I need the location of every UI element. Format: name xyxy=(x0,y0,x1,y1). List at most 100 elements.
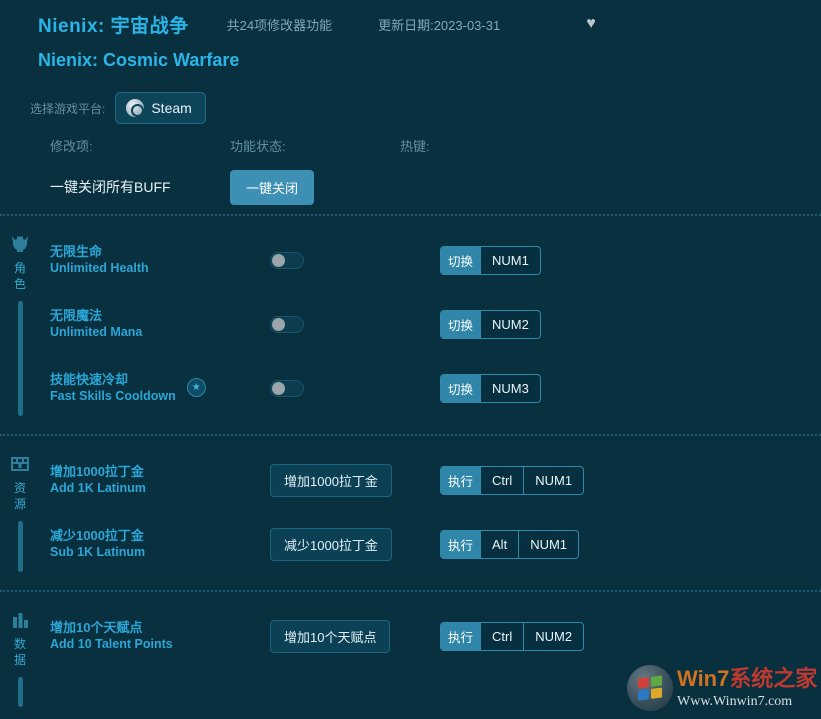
hotkey-key: NUM1 xyxy=(523,466,583,494)
cheat-name-cell: 技能快速冷却 Fast Skills Cooldown ★ xyxy=(40,371,270,405)
cheat-row: 无限魔法 Unlimited Mana 切换 NUM2 xyxy=(40,292,821,356)
cheat-name-cn: 无限魔法 xyxy=(50,307,103,323)
hotkey-combo[interactable]: 执行 Ctrl NUM1 xyxy=(440,465,585,495)
hotkey-key: NUM2 xyxy=(523,622,583,650)
cheat-name-en: Add 10 Talent Points xyxy=(50,637,173,652)
helmet-icon xyxy=(9,234,31,254)
hotkey-key: NUM2 xyxy=(480,310,540,338)
close-all-button[interactable]: 一键关闭 xyxy=(230,169,315,205)
section-accent-bar xyxy=(17,301,23,416)
section-rows: 无限生命 Unlimited Health 切换 NUM1 无限魔法 Unlimited … xyxy=(40,228,821,420)
cheat-name-en: Unlimited Health xyxy=(50,261,149,276)
toggle-switch[interactable] xyxy=(270,315,304,333)
cheat-name-cn: 减少1000拉丁金 xyxy=(50,527,144,543)
hotkey-combo[interactable]: 切换 NUM3 xyxy=(440,373,541,403)
hotkey-key: Ctrl xyxy=(480,466,523,494)
hotkey-combo[interactable]: 执行 Ctrl NUM2 xyxy=(440,621,585,651)
section-aside: 数据 xyxy=(0,604,40,711)
section-资源: 资源 增加1000拉丁金 Add 1K Latinum 增加1000拉丁金 执行 Ctrl… xyxy=(0,436,821,590)
execute-button[interactable]: 增加1000拉丁金 xyxy=(270,463,392,497)
hotkey-combo[interactable]: 切换 NUM2 xyxy=(440,309,541,339)
platform-row: 选择游戏平台: Steam xyxy=(0,86,821,130)
section-rows: 增加10个天赋点 Add 10 Talent Points 增加10个天赋点 执行 Ct… xyxy=(40,604,821,711)
cheat-name-block: 无限魔法 Unlimited Mana xyxy=(50,307,142,341)
cheat-control-cell xyxy=(270,251,440,269)
steam-icon xyxy=(126,99,145,117)
cheat-row: 无限生命 Unlimited Health 切换 NUM1 xyxy=(40,228,821,292)
cheat-row: 增加1000拉丁金 Add 1K Latinum 增加1000拉丁金 执行 Ctrl NU… xyxy=(40,448,821,512)
column-header-status: 功能状态: xyxy=(230,138,286,154)
toggle-knob xyxy=(272,317,285,331)
cheat-hotkey-cell: 切换 NUM1 xyxy=(440,245,821,275)
cheat-name-en: Add 1K Latinum xyxy=(50,481,146,496)
bar-chart-icon xyxy=(9,610,31,630)
cheat-name-cn: 增加10个天赋点 xyxy=(50,619,143,635)
toggle-switch[interactable] xyxy=(270,251,304,269)
cheat-control-cell: 减少1000拉丁金 xyxy=(270,527,440,561)
section-aside: 资源 xyxy=(0,448,40,576)
cheat-hotkey-cell: 执行 Ctrl NUM2 xyxy=(440,621,821,651)
close-all-buffs-control: 一键关闭 xyxy=(230,169,400,205)
column-header-hotkey: 热键: xyxy=(400,138,430,154)
toggle-knob xyxy=(272,381,285,395)
execute-button[interactable]: 增加10个天赋点 xyxy=(270,619,391,653)
hotkey-type-label: 切换 xyxy=(441,310,481,338)
title-row: Nienix: 宇宙战争 共24项修改器功能 更新日期:2023-03-31 ♥ xyxy=(0,10,821,38)
hotkey-type-label: 执行 xyxy=(441,530,481,558)
section-角色: 角色 无限生命 Unlimited Health 切换 NUM1 无限魔法 Unlimite… xyxy=(0,216,821,434)
header-meta: 共24项修改器功能 更新日期:2023-03-31 ♥ xyxy=(227,15,596,34)
section-rows: 增加1000拉丁金 Add 1K Latinum 增加1000拉丁金 执行 Ctrl NU… xyxy=(40,448,821,576)
hotkey-key: Ctrl xyxy=(480,622,523,650)
platform-steam-button[interactable]: Steam xyxy=(115,92,206,124)
section-accent-bar xyxy=(17,521,23,572)
hotkey-combo[interactable]: 执行 Alt NUM1 xyxy=(440,529,580,559)
favorite-heart-icon[interactable]: ♥ xyxy=(586,16,596,32)
platform-selected-label: Steam xyxy=(151,100,192,116)
hotkey-type-label: 执行 xyxy=(441,466,481,494)
cheat-hotkey-cell: 切换 NUM2 xyxy=(440,309,821,339)
toggle-knob xyxy=(272,253,285,267)
star-badge-icon[interactable]: ★ xyxy=(186,378,206,398)
hotkey-combo[interactable]: 切换 NUM1 xyxy=(440,245,541,275)
update-date: 更新日期:2023-03-31 xyxy=(378,17,501,33)
cheat-name-en: Sub 1K Latinum xyxy=(50,545,146,560)
cheat-control-cell: 增加1000拉丁金 xyxy=(270,463,440,497)
section-aside: 角色 xyxy=(0,228,40,420)
hotkey-key: NUM1 xyxy=(518,530,578,558)
cheat-row: 减少1000拉丁金 Sub 1K Latinum 减少1000拉丁金 执行 Alt NUM… xyxy=(40,512,821,576)
cheat-name-block: 增加10个天赋点 Add 10 Talent Points xyxy=(50,619,173,653)
cheat-name-block: 减少1000拉丁金 Sub 1K Latinum xyxy=(50,527,145,561)
execute-button[interactable]: 减少1000拉丁金 xyxy=(270,527,392,561)
cheat-name-cell: 增加10个天赋点 Add 10 Talent Points xyxy=(40,619,270,653)
cheat-name-block: 无限生命 Unlimited Health xyxy=(50,243,149,277)
platform-label: 选择游戏平台: xyxy=(30,101,106,116)
hotkey-type-label: 切换 xyxy=(441,374,481,402)
cheat-name-block: 技能快速冷却 Fast Skills Cooldown xyxy=(50,371,176,405)
hotkey-key: NUM1 xyxy=(480,246,540,274)
page-subtitle: Nienix: Cosmic Warfare xyxy=(38,50,240,70)
toggle-switch[interactable] xyxy=(270,379,304,397)
cheat-name-cell: 减少1000拉丁金 Sub 1K Latinum xyxy=(40,527,270,561)
cheat-hotkey-cell: 执行 Alt NUM1 xyxy=(440,529,821,559)
column-headers: 修改项: 功能状态: 热键: xyxy=(0,130,821,160)
cheat-name-cn: 增加1000拉丁金 xyxy=(50,463,144,479)
cheat-name-cell: 无限生命 Unlimited Health xyxy=(40,243,270,277)
cheat-hotkey-cell: 切换 NUM3 xyxy=(440,373,821,403)
section-label: 角色 xyxy=(13,261,26,291)
cheat-name-en: Unlimited Mana xyxy=(50,325,143,340)
section-数据: 数据 增加10个天赋点 Add 10 Talent Points 增加10个天赋点 执行… xyxy=(0,592,821,719)
hotkey-key: NUM3 xyxy=(480,374,540,402)
page-title: Nienix: 宇宙战争 xyxy=(38,15,189,37)
cheat-control-cell xyxy=(270,315,440,333)
column-header-name: 修改项: xyxy=(50,138,93,154)
cheat-name-en: Fast Skills Cooldown xyxy=(50,389,176,404)
feature-count: 共24项修改器功能 xyxy=(226,17,333,33)
section-label: 数据 xyxy=(13,637,26,667)
cheat-control-cell xyxy=(270,379,440,397)
cheat-name-cell: 增加1000拉丁金 Add 1K Latinum xyxy=(40,463,270,497)
close-all-buffs-row: 一键关闭所有BUFF 一键关闭 xyxy=(0,160,821,214)
cheat-hotkey-cell: 执行 Ctrl NUM1 xyxy=(440,465,821,495)
cheat-name-cell: 无限魔法 Unlimited Mana xyxy=(40,307,270,341)
chest-icon xyxy=(9,454,31,474)
cheat-control-cell: 增加10个天赋点 xyxy=(270,619,440,653)
